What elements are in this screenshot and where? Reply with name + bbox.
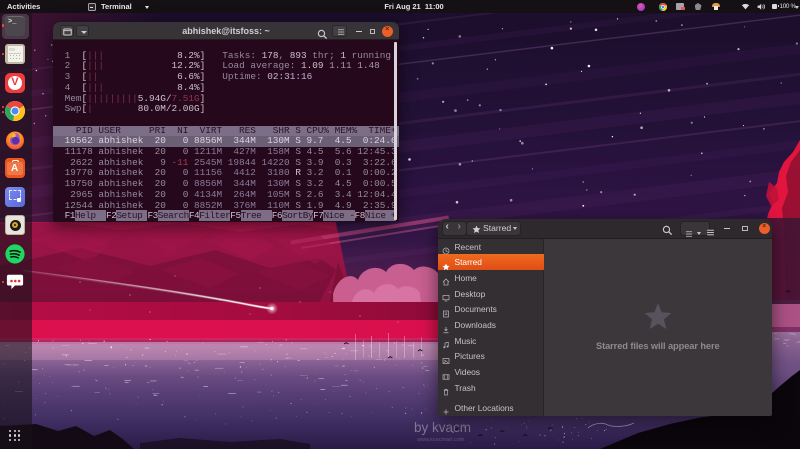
svg-text:by kvacm: by kvacm [414, 420, 471, 435]
svg-text:www.kvacmart.com: www.kvacmart.com [416, 437, 465, 443]
